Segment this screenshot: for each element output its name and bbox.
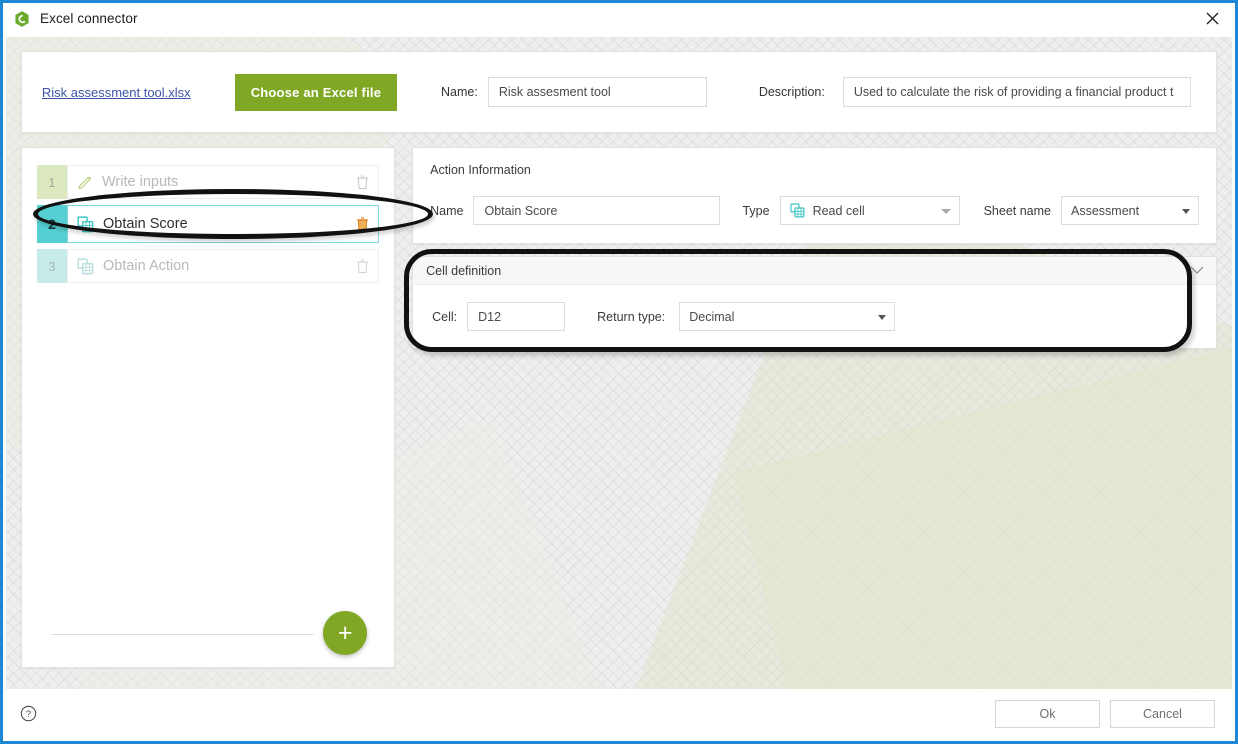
connector-name-label: Name: bbox=[441, 85, 478, 99]
cell-label: Cell: bbox=[432, 309, 458, 324]
action-type-select[interactable]: Read cell bbox=[779, 196, 960, 225]
action-row-write-inputs[interactable]: 1 Write inputs bbox=[37, 165, 380, 199]
chevron-down-icon bbox=[940, 208, 951, 214]
delete-action-icon[interactable] bbox=[355, 216, 370, 232]
choose-excel-file-button[interactable]: Choose an Excel file bbox=[234, 73, 398, 111]
action-row-obtain-score[interactable]: 2 Obtain Score bbox=[37, 205, 380, 243]
cell-definition-body: Cell: Return type: Decimal bbox=[413, 285, 1216, 348]
cell-input[interactable] bbox=[467, 302, 566, 331]
dialog-body: Risk assessment tool.xlsx Choose an Exce… bbox=[6, 37, 1232, 689]
action-number: 3 bbox=[37, 249, 67, 283]
action-name-input[interactable] bbox=[473, 196, 721, 225]
read-cell-icon bbox=[77, 215, 94, 232]
action-information-panel: Action Information Name Type Read cell bbox=[412, 147, 1217, 244]
svg-text:?: ? bbox=[26, 709, 31, 720]
action-name-label: Name bbox=[430, 203, 464, 218]
action-type-value: Read cell bbox=[812, 203, 865, 218]
action-label: Write inputs bbox=[102, 174, 179, 190]
cell-definition-header[interactable]: Cell definition bbox=[413, 257, 1216, 285]
chevron-down-icon[interactable] bbox=[1190, 266, 1204, 275]
delete-action-icon[interactable] bbox=[355, 174, 370, 190]
cell-definition-title: Cell definition bbox=[426, 263, 502, 278]
pencil-icon bbox=[78, 176, 92, 190]
sheet-name-label: Sheet name bbox=[983, 203, 1051, 218]
action-information-title: Action Information bbox=[430, 163, 531, 177]
read-cell-icon bbox=[789, 203, 805, 218]
connector-name-input[interactable] bbox=[487, 77, 707, 107]
actions-list-divider bbox=[51, 634, 315, 635]
sheet-name-select[interactable]: Assessment bbox=[1061, 196, 1199, 225]
chevron-down-icon bbox=[878, 314, 887, 320]
sheet-name-value: Assessment bbox=[1071, 203, 1140, 218]
window-title: Excel connector bbox=[40, 11, 138, 26]
cell-definition-panel: Cell definition Cell: Return type: Decim… bbox=[412, 256, 1217, 349]
chevron-down-icon bbox=[1182, 208, 1190, 214]
actions-list-panel: 1 Write inputs 2 Obtain Score 3 Obtain A… bbox=[21, 147, 433, 668]
delete-action-icon[interactable] bbox=[355, 258, 370, 274]
connector-description-label: Description: bbox=[758, 85, 825, 99]
action-row-obtain-action[interactable]: 3 Obtain Action bbox=[37, 249, 380, 283]
action-details-column: Action Information Name Type Read cell bbox=[404, 147, 1217, 668]
connector-meta-group: Name: Description: bbox=[417, 77, 1216, 107]
file-info-panel: Risk assessment tool.xlsx Choose an Exce… bbox=[21, 51, 1217, 133]
return-type-label: Return type: bbox=[597, 309, 666, 324]
excel-file-link[interactable]: Risk assessment tool.xlsx bbox=[42, 85, 191, 100]
read-cell-icon bbox=[77, 257, 94, 274]
action-number: 1 bbox=[37, 165, 67, 199]
close-button[interactable] bbox=[1189, 3, 1235, 34]
dialog-footer: ? Ok Cancel bbox=[6, 689, 1232, 738]
cancel-button[interactable]: Cancel bbox=[1110, 699, 1215, 728]
help-icon[interactable]: ? bbox=[20, 705, 37, 722]
file-chooser-group: Risk assessment tool.xlsx Choose an Exce… bbox=[22, 52, 417, 132]
window-titlebar: Excel connector bbox=[3, 3, 1235, 34]
close-icon bbox=[1206, 12, 1218, 25]
excel-connector-icon bbox=[15, 10, 29, 27]
connector-description-input[interactable] bbox=[842, 77, 1191, 107]
add-action-button[interactable]: + bbox=[323, 611, 368, 655]
return-type-value: Decimal bbox=[689, 309, 735, 324]
action-type-label: Type bbox=[742, 203, 770, 218]
action-number: 2 bbox=[37, 205, 67, 243]
action-label: Obtain Score bbox=[103, 216, 188, 232]
action-label: Obtain Action bbox=[103, 258, 190, 274]
ok-button[interactable]: Ok bbox=[995, 699, 1100, 728]
return-type-select[interactable]: Decimal bbox=[679, 302, 896, 331]
